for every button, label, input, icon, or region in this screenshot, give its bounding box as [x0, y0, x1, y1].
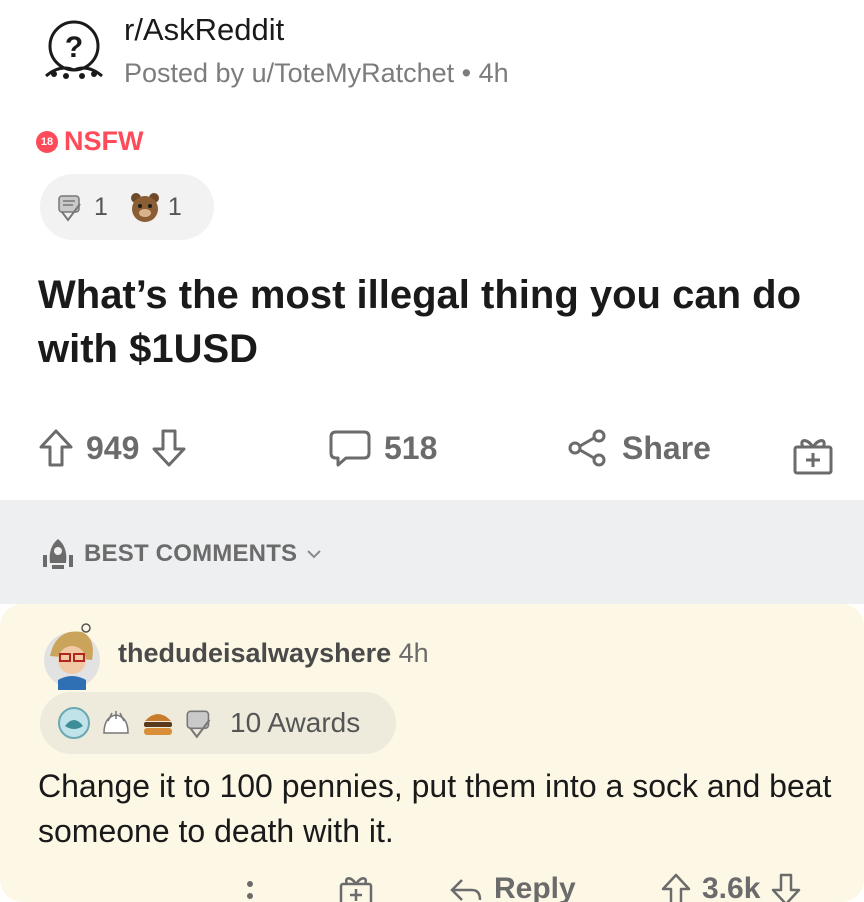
- awards-count-label: 10 Awards: [230, 707, 361, 738]
- comment-action-bar: Reply 3.6k: [0, 868, 864, 902]
- comment-score: 3.6k: [702, 872, 761, 902]
- comments-button[interactable]: 518: [328, 428, 437, 468]
- upvote-icon[interactable]: [660, 872, 692, 902]
- chevron-down-icon: [307, 550, 321, 559]
- helpful-award-icon: [58, 707, 90, 739]
- sort-dropdown[interactable]: BEST COMMENTS: [40, 537, 323, 571]
- nsfw-badge-icon: 18: [36, 130, 58, 153]
- svg-text:?: ?: [65, 31, 83, 64]
- burger-award-icon: [144, 714, 172, 735]
- give-award-icon[interactable]: [792, 434, 834, 476]
- silver-award-icon: [58, 195, 81, 222]
- downvote-icon[interactable]: [770, 872, 802, 902]
- share-label: Share: [622, 429, 711, 466]
- comment-bubble-icon: [329, 430, 371, 467]
- upvote-count: 949: [86, 429, 140, 466]
- share-button[interactable]: Share: [566, 428, 711, 468]
- comment-time: 4h: [398, 638, 429, 668]
- give-award-icon: [339, 877, 373, 902]
- sort-label: BEST COMMENTS: [84, 540, 298, 567]
- bear-award-count: 1: [167, 192, 182, 221]
- comment-count: 518: [384, 429, 438, 466]
- post-title[interactable]: What’s the most illegal thing you can do…: [38, 268, 828, 376]
- reply-label: Reply: [494, 872, 576, 902]
- post-awards[interactable]: 1 1: [40, 174, 214, 240]
- share-icon: [568, 429, 606, 467]
- subreddit-name[interactable]: r/AskReddit: [124, 12, 284, 48]
- user-avatar[interactable]: [36, 620, 108, 692]
- comment-award-button[interactable]: [338, 872, 374, 902]
- vote-group: 949: [38, 428, 187, 468]
- upvote-icon[interactable]: [38, 428, 74, 468]
- comment-author-line: thedudeisalwayshere 4h: [118, 638, 429, 669]
- reply-button[interactable]: Reply: [448, 872, 576, 902]
- nsfw-label: NSFW: [64, 126, 144, 156]
- reply-icon: [450, 879, 482, 901]
- comment-body: Change it to 100 pennies, put them into …: [38, 768, 832, 849]
- rocket-icon: [43, 539, 73, 569]
- more-options-icon[interactable]: [244, 872, 256, 902]
- silver-award-icon: [186, 710, 211, 739]
- bear-award-icon: [130, 193, 159, 222]
- comment-username[interactable]: thedudeisalwayshere: [118, 638, 391, 668]
- askreddit-icon[interactable]: ?: [38, 14, 108, 84]
- post-action-bar: 949 518 Share: [36, 428, 836, 486]
- downvote-icon[interactable]: [151, 428, 187, 468]
- wholesome-award-icon: [103, 711, 129, 734]
- nsfw-tag: 18 NSFW: [36, 126, 143, 157]
- comment-awards[interactable]: 10 Awards: [40, 692, 396, 754]
- posted-by[interactable]: Posted by u/ToteMyRatchet • 4h: [124, 58, 509, 89]
- comment-vote-group: 3.6k: [660, 872, 802, 902]
- silver-award-count: 1: [94, 192, 108, 221]
